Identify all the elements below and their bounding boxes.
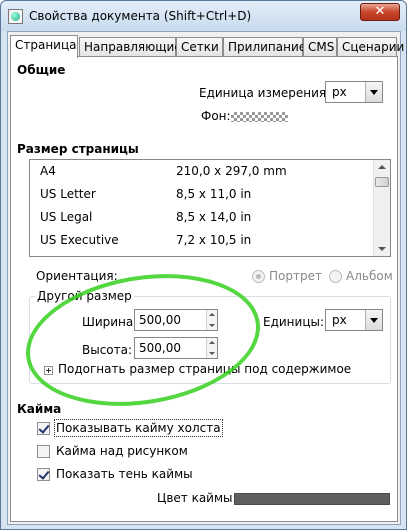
page-size-name: A4	[40, 164, 56, 178]
tab-cms[interactable]: CMS	[303, 37, 337, 57]
show-shadow-label[interactable]: Показать тень каймы	[56, 467, 193, 481]
background-label: Фон:	[201, 109, 231, 123]
chevron-down-icon[interactable]	[365, 82, 382, 102]
width-input[interactable]: 500,00	[134, 309, 218, 331]
height-label: Высота:	[82, 343, 133, 357]
size-units-label: Единицы:	[263, 315, 325, 329]
general-section-title: Общие	[17, 63, 66, 77]
tab-scripts[interactable]: Сценарии	[337, 37, 404, 57]
width-spin-buttons[interactable]	[206, 310, 217, 330]
list-item[interactable]: A4 210,0 x 297,0 mm	[30, 160, 374, 183]
list-item[interactable]: US Letter 8,5 x 11,0 in	[30, 183, 374, 206]
border-color-label: Цвет каймы:	[157, 491, 237, 505]
border-section-title: Кайма	[17, 402, 62, 416]
page-tab-panel: Общие Единица измерения: px Фон: Размер …	[10, 56, 398, 522]
landscape-radio[interactable]	[329, 270, 342, 283]
portrait-label: Портрет	[269, 269, 322, 283]
scroll-thumb[interactable]	[375, 177, 389, 187]
portrait-radio[interactable]	[252, 270, 265, 283]
scroll-up-icon[interactable]	[378, 165, 386, 169]
chevron-down-icon[interactable]	[365, 310, 382, 330]
list-scrollbar[interactable]	[373, 160, 390, 256]
list-item[interactable]: US Executive 7,2 x 10,5 in	[30, 229, 374, 252]
fit-page-to-content-label[interactable]: Подогнать размер страницы под содержимое	[58, 362, 351, 376]
page-size-name: US Legal	[40, 210, 93, 224]
width-value: 500,00	[139, 313, 181, 327]
tab-page[interactable]: Страница	[10, 35, 78, 58]
page-size-dimensions: 210,0 x 297,0 mm	[176, 164, 287, 178]
close-button[interactable]: ✕	[360, 3, 400, 21]
page-size-section-title: Размер страницы	[17, 142, 139, 156]
window-title: Свойства документа (Shift+Ctrl+D)	[29, 9, 252, 23]
size-units-value: px	[332, 313, 347, 327]
show-shadow-checkbox[interactable]	[37, 468, 50, 481]
background-color-swatch[interactable]	[231, 112, 288, 122]
custom-size-legend: Другой размер	[35, 289, 134, 303]
list-item[interactable]: US Legal 8,5 x 14,0 in	[30, 206, 374, 229]
units-label: Единица измерения:	[199, 86, 331, 100]
page-size-list[interactable]: A4 210,0 x 297,0 mm US Letter 8,5 x 11,0…	[29, 159, 391, 257]
page-size-name: US Letter	[40, 187, 96, 201]
tab-guides[interactable]: Направляющие	[79, 37, 182, 57]
show-border-label[interactable]: Показывать кайму холста	[54, 419, 223, 437]
units-combo[interactable]: px	[325, 81, 383, 103]
tab-snapping[interactable]: Прилипание	[223, 37, 306, 57]
page-size-dimensions: 8,5 x 14,0 in	[176, 210, 252, 224]
show-border-checkbox[interactable]	[37, 422, 50, 435]
orientation-label: Ориентация:	[36, 269, 118, 283]
inkscape-app-icon	[8, 9, 23, 24]
size-units-combo[interactable]: px	[325, 309, 383, 331]
page-size-dimensions: 7,2 x 10,5 in	[176, 233, 252, 247]
border-on-top-checkbox[interactable]	[37, 445, 50, 458]
scroll-down-icon[interactable]	[378, 247, 386, 251]
landscape-label: Альбом	[346, 269, 393, 283]
width-label: Ширина:	[82, 315, 138, 329]
border-color-swatch[interactable]	[234, 493, 390, 505]
page-size-name: US Executive	[40, 233, 119, 247]
height-value: 500,00	[139, 341, 181, 355]
tab-grids[interactable]: Сетки	[176, 37, 223, 57]
expand-plus-icon[interactable]	[44, 366, 53, 375]
dialog-body: Страница Направляющие Сетки Прилипание C…	[7, 31, 404, 525]
page-size-dimensions: 8,5 x 11,0 in	[176, 187, 252, 201]
units-combo-value: px	[332, 85, 347, 99]
height-input[interactable]: 500,00	[134, 337, 218, 359]
height-spin-buttons[interactable]	[206, 338, 217, 358]
document-properties-window: Свойства документа (Shift+Ctrl+D) ✕ Стра…	[0, 0, 407, 530]
title-bar[interactable]: Свойства документа (Shift+Ctrl+D) ✕	[1, 1, 406, 31]
border-on-top-label[interactable]: Кайма над рисунком	[56, 444, 188, 458]
